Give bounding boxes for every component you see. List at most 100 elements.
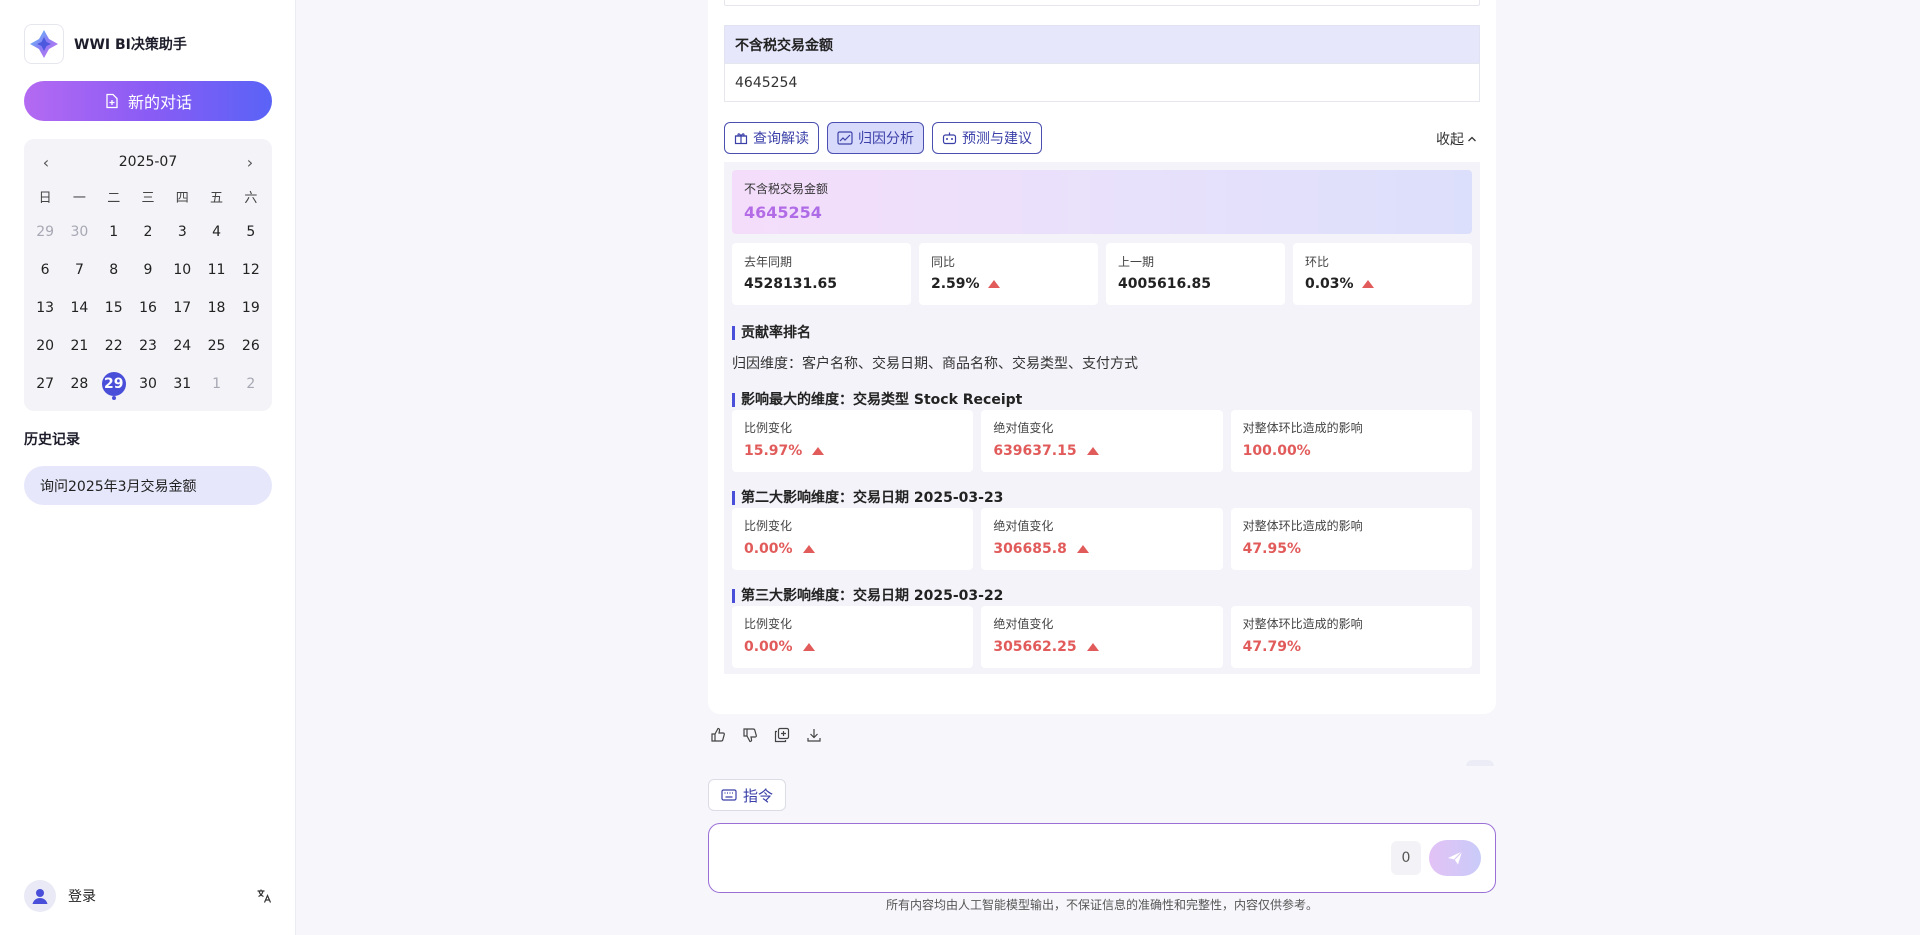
calendar-day[interactable]: 12: [234, 251, 268, 289]
calendar-day[interactable]: 2: [131, 213, 165, 251]
calendar-day-number: 17: [173, 300, 192, 316]
kpi-row: 去年同期 4528131.65 同比 2.59% 上一期 4005616.85 环比 0.03…: [732, 243, 1472, 305]
command-label: 指令: [743, 786, 774, 805]
calendar-day[interactable]: 11: [199, 251, 233, 289]
calendar-day[interactable]: 31: [165, 365, 199, 403]
calendar-day[interactable]: 17: [165, 289, 199, 327]
impact-dimension-title: 第三大影响维度：交易日期 2025-03-22: [732, 589, 1003, 603]
calendar-day[interactable]: 19: [234, 289, 268, 327]
history-item[interactable]: 询问2025年3月交易金额: [24, 466, 272, 505]
calendar-day[interactable]: 1: [97, 213, 131, 251]
calendar-day[interactable]: 14: [62, 289, 96, 327]
calendar-day[interactable]: 7: [62, 251, 96, 289]
sidebar: WWI BI决策助手 新的对话 ‹ 2025-07 › 日一二三四五六 29 30…: [0, 0, 296, 935]
calendar-day-selected[interactable]: 29: [97, 365, 131, 403]
impact-value: 306685.8: [993, 541, 1067, 557]
robot-icon: [942, 132, 957, 145]
calendar-day[interactable]: 13: [28, 289, 62, 327]
calendar-day-number: 7: [74, 262, 84, 278]
calendar-day-number: 29: [36, 224, 55, 240]
metric-hero-label: 不含税交易金额: [744, 182, 829, 196]
impact-card: 对整体环比造成的影响 47.95%: [1230, 508, 1472, 570]
impact-value-wrap: 0.00%: [744, 639, 961, 655]
calendar-day-number: 31: [173, 376, 192, 392]
calendar-day-number: 3: [177, 224, 187, 240]
trend-up-icon: [987, 280, 1000, 288]
collapse-label: 收起: [1436, 132, 1464, 148]
impact-card: 对整体环比造成的影响 100.00%: [1230, 410, 1472, 472]
analysis-tabs: 查询解读 归因分析 预测与建议: [724, 122, 1042, 154]
command-button[interactable]: 指令: [708, 779, 787, 811]
calendar-day-number: 27: [36, 376, 55, 392]
calendar-day[interactable]: 10: [165, 251, 199, 289]
calendar-day[interactable]: 25: [199, 327, 233, 365]
tab-forecast-advice[interactable]: 预测与建议: [932, 122, 1042, 154]
calendar-day[interactable]: 30: [62, 213, 96, 251]
calendar-day[interactable]: 3: [165, 213, 199, 251]
calendar-day[interactable]: 1: [199, 365, 233, 403]
kpi-value: 4528131.65: [744, 276, 837, 292]
calendar-day-number: 6: [40, 262, 50, 278]
calendar-day-number: 2: [143, 224, 153, 240]
calendar-day[interactable]: 15: [97, 289, 131, 327]
impact-dimension-title: 影响最大的维度：交易类型 Stock Receipt: [732, 393, 1022, 407]
calendar-day[interactable]: 22: [97, 327, 131, 365]
calendar-day[interactable]: 4: [199, 213, 233, 251]
calendar-day[interactable]: 28: [62, 365, 96, 403]
feedback-actions: [708, 725, 824, 745]
user-login[interactable]: 登录: [24, 880, 96, 912]
new-chat-button[interactable]: 新的对话: [24, 81, 272, 121]
impact-value: 0.00%: [744, 639, 793, 655]
impact-card: 比例变化 15.97%: [732, 410, 974, 472]
tab-label: 归因分析: [858, 131, 914, 147]
calendar-day[interactable]: 26: [234, 327, 268, 365]
message-input[interactable]: [723, 834, 1383, 884]
thumbs-down-icon[interactable]: [740, 725, 760, 745]
calendar-day[interactable]: 30: [131, 365, 165, 403]
weekday-label: 二: [107, 191, 121, 206]
calendar-day-number: 22: [104, 338, 123, 354]
tab-query-explain[interactable]: 查询解读: [724, 122, 819, 154]
kpi-label: 上一期: [1118, 255, 1155, 269]
trend-up-icon: [1076, 545, 1089, 553]
calendar-day[interactable]: 24: [165, 327, 199, 365]
calendar-day-number: 26: [241, 338, 260, 354]
calendar-day[interactable]: 21: [62, 327, 96, 365]
history-title: 历史记录: [24, 432, 80, 448]
calendar-day[interactable]: 8: [97, 251, 131, 289]
collapse-button[interactable]: 收起: [1436, 129, 1477, 149]
calendar-day[interactable]: 2: [234, 365, 268, 403]
copy-icon[interactable]: [772, 725, 792, 745]
calendar-day[interactable]: 23: [131, 327, 165, 365]
calendar-day[interactable]: 5: [234, 213, 268, 251]
weekday-label: 六: [244, 191, 258, 206]
scroll-to-bottom-button[interactable]: [1466, 760, 1494, 766]
kpi-value: 0.03%: [1305, 276, 1354, 292]
send-button[interactable]: [1429, 840, 1481, 876]
prev-month-icon[interactable]: ‹: [38, 153, 54, 172]
calendar-day-number: 10: [173, 262, 192, 278]
impact-value-wrap: 305662.25: [993, 639, 1210, 655]
thumbs-up-icon[interactable]: [708, 725, 728, 745]
new-chat-label: 新的对话: [127, 95, 192, 112]
download-icon[interactable]: [804, 725, 824, 745]
impact-label: 绝对值变化: [993, 421, 1054, 435]
calendar-day[interactable]: 20: [28, 327, 62, 365]
calendar-day[interactable]: 16: [131, 289, 165, 327]
kpi-value: 2.59%: [931, 276, 980, 292]
calendar-day[interactable]: 29: [28, 213, 62, 251]
impact-value: 100.00%: [1242, 443, 1311, 459]
calendar-day[interactable]: 27: [28, 365, 62, 403]
translate-icon[interactable]: [254, 886, 274, 906]
calendar-day[interactable]: 6: [28, 251, 62, 289]
calendar: ‹ 2025-07 › 日一二三四五六 29 30 1 2 3 4 5 6 7 8 9 10 11 12 1…: [24, 139, 272, 411]
tab-label: 预测与建议: [962, 131, 1032, 147]
next-month-icon[interactable]: ›: [242, 153, 258, 172]
impact-card: 绝对值变化 639637.15: [981, 410, 1223, 472]
impact-label: 绝对值变化: [993, 519, 1054, 533]
calendar-day-number: 11: [207, 262, 226, 278]
tab-attribution-analysis[interactable]: 归因分析: [827, 122, 924, 154]
calendar-day[interactable]: 18: [199, 289, 233, 327]
impact-value-wrap: 100.00%: [1243, 443, 1460, 459]
calendar-day[interactable]: 9: [131, 251, 165, 289]
